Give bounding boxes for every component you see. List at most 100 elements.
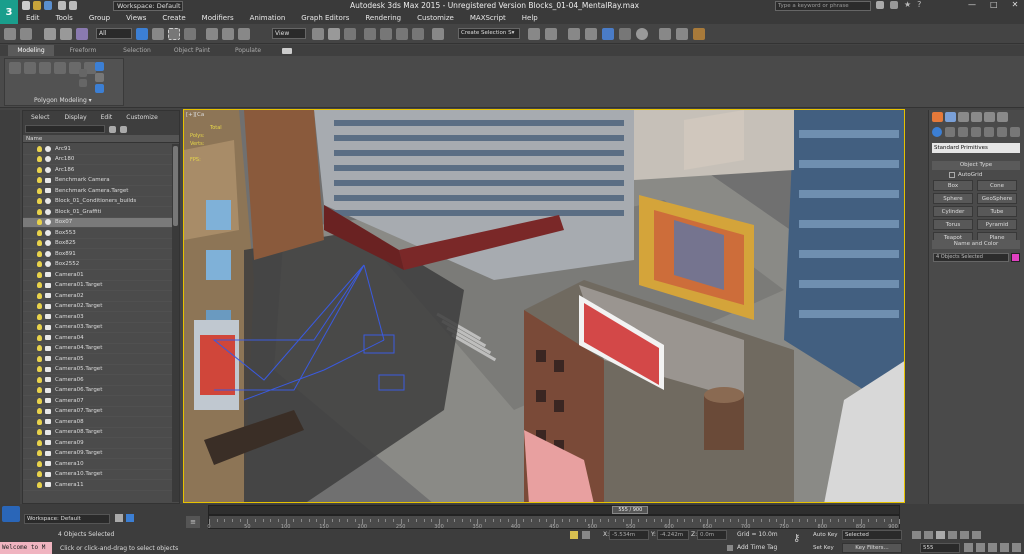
maximize-viewport-icon[interactable] bbox=[1012, 543, 1021, 552]
curve-editor-icon[interactable] bbox=[602, 28, 614, 40]
visibility-bulb-icon[interactable] bbox=[37, 387, 42, 394]
scene-tree-row[interactable]: Block_01_Conditioners_builds bbox=[23, 197, 173, 207]
link-icon[interactable] bbox=[44, 28, 56, 40]
menu-edit[interactable]: Edit bbox=[18, 14, 48, 22]
key-icon[interactable]: ⚷ bbox=[793, 533, 807, 545]
visibility-bulb-icon[interactable] bbox=[37, 250, 42, 257]
visibility-bulb-icon[interactable] bbox=[37, 366, 42, 373]
tab-selection[interactable]: Selection bbox=[112, 47, 162, 54]
app-logo-icon[interactable]: 3 bbox=[0, 0, 18, 24]
current-frame-field[interactable]: 555 bbox=[920, 543, 960, 553]
lock-selection-icon[interactable] bbox=[570, 531, 578, 539]
scene-tree-row[interactable]: Camera01 bbox=[23, 270, 173, 281]
systems-icon[interactable] bbox=[1010, 127, 1020, 137]
visibility-bulb-icon[interactable] bbox=[37, 408, 42, 415]
menu-modifiers[interactable]: Modifiers bbox=[194, 14, 242, 22]
x-coord-field[interactable]: -5.534m bbox=[609, 530, 649, 540]
pan-icon[interactable] bbox=[1000, 543, 1009, 552]
maxscript-mini-icon[interactable] bbox=[2, 506, 20, 522]
tab-freeform[interactable]: Freeform bbox=[54, 47, 112, 54]
visibility-bulb-icon[interactable] bbox=[37, 397, 42, 404]
explorer-menu-select[interactable]: Select bbox=[23, 114, 58, 121]
menu-rendering[interactable]: Rendering bbox=[357, 14, 409, 22]
scene-tree-row[interactable]: Block_01_Graffiti bbox=[23, 207, 173, 218]
scene-tree-row[interactable]: Camera07 bbox=[23, 396, 173, 407]
redo-icon[interactable] bbox=[69, 1, 77, 10]
utilities-panel-icon[interactable] bbox=[997, 112, 1008, 122]
visibility-bulb-icon[interactable] bbox=[37, 313, 42, 320]
tab-object-paint[interactable]: Object Paint bbox=[162, 47, 222, 54]
explorer-menu-display[interactable]: Display bbox=[58, 114, 94, 121]
scene-tree-row[interactable]: Camera04 bbox=[23, 333, 173, 344]
preview-off-icon[interactable] bbox=[79, 69, 87, 77]
prev-frame-icon[interactable] bbox=[924, 531, 933, 539]
workspace-selector[interactable]: Workspace: Default bbox=[24, 514, 110, 524]
scene-tree-row[interactable]: Camera02.Target bbox=[23, 302, 173, 312]
stack-up-icon[interactable] bbox=[95, 62, 104, 71]
key-filters-button[interactable]: Key Filters... bbox=[842, 543, 902, 553]
tab-populate[interactable]: Populate bbox=[222, 47, 274, 54]
primitive-category-dropdown[interactable]: Standard Primitives bbox=[932, 143, 1020, 153]
geometry-icon[interactable] bbox=[932, 127, 942, 137]
scene-tree-row[interactable]: Box825 bbox=[23, 239, 173, 249]
next-frame-icon[interactable] bbox=[948, 531, 957, 539]
scene-tree-row[interactable]: Camera08.Target bbox=[23, 428, 173, 438]
visibility-bulb-icon[interactable] bbox=[37, 376, 42, 383]
visibility-bulb-icon[interactable] bbox=[37, 355, 42, 362]
maxscript-listener[interactable]: Welcome to M bbox=[0, 542, 52, 554]
visibility-bulb-icon[interactable] bbox=[37, 219, 42, 226]
pivot-center-icon[interactable] bbox=[312, 28, 324, 40]
undo-icon[interactable] bbox=[4, 28, 16, 40]
scene-tree-row[interactable]: Camera09 bbox=[23, 438, 173, 449]
space-warps-icon[interactable] bbox=[997, 127, 1007, 137]
viewport-label[interactable]: [+][Ca bbox=[186, 112, 204, 118]
angle-snap-icon[interactable] bbox=[380, 28, 392, 40]
visibility-bulb-icon[interactable] bbox=[37, 418, 42, 425]
explorer-scrollbar[interactable] bbox=[172, 144, 179, 502]
subscription-icon[interactable] bbox=[890, 1, 898, 9]
visibility-bulb-icon[interactable] bbox=[37, 324, 42, 331]
save-file-icon[interactable] bbox=[44, 1, 52, 10]
visibility-bulb-icon[interactable] bbox=[37, 166, 42, 173]
visibility-bulb-icon[interactable] bbox=[37, 292, 42, 299]
time-slider[interactable]: 555 / 900 bbox=[208, 505, 900, 515]
track-bar[interactable]: 0 50 100 150 200 250 300 350 400 450 500 550 600 650 7… bbox=[207, 515, 900, 530]
select-move-icon[interactable] bbox=[206, 28, 218, 40]
selection-filter-dropdown[interactable]: All bbox=[96, 28, 132, 39]
visibility-bulb-icon[interactable] bbox=[37, 261, 42, 268]
undo-icon[interactable] bbox=[58, 1, 66, 10]
cylinder-button[interactable]: Cylinder bbox=[933, 206, 973, 217]
scene-tree-row[interactable]: Camera10 bbox=[23, 459, 173, 470]
visibility-bulb-icon[interactable] bbox=[37, 460, 42, 467]
visibility-bulb-icon[interactable] bbox=[37, 439, 42, 446]
menu-customize[interactable]: Customize bbox=[409, 14, 462, 22]
geosphere-button[interactable]: GeoSphere bbox=[977, 193, 1017, 204]
redo-icon[interactable] bbox=[20, 28, 32, 40]
scene-tree-row[interactable]: Box07 bbox=[23, 217, 173, 228]
scene-tree-row[interactable]: Camera06.Target bbox=[23, 386, 173, 396]
window-crossing-icon[interactable] bbox=[184, 28, 196, 40]
new-file-icon[interactable] bbox=[22, 1, 30, 10]
workspace-dropdown[interactable]: Workspace: Default bbox=[113, 1, 183, 11]
scene-tree-row[interactable]: Camera09.Target bbox=[23, 449, 173, 459]
minimize-icon[interactable]: — bbox=[968, 0, 976, 9]
close-icon[interactable]: ✕ bbox=[1012, 0, 1019, 9]
render-production-icon[interactable] bbox=[693, 28, 705, 40]
menu-help[interactable]: Help bbox=[514, 14, 546, 22]
name-color-rollout[interactable]: Name and Color bbox=[932, 240, 1020, 249]
rendered-frame-window-icon[interactable] bbox=[676, 28, 688, 40]
shapes-icon[interactable] bbox=[945, 127, 955, 137]
z-coord-field[interactable]: 0.0m bbox=[697, 530, 727, 540]
scene-tree-row[interactable]: Camera03.Target bbox=[23, 323, 173, 333]
scene-tree-row[interactable]: Benchmark Camera.Target bbox=[23, 186, 173, 197]
scene-tree-row[interactable]: Camera01.Target bbox=[23, 281, 173, 291]
align-icon[interactable] bbox=[545, 28, 557, 40]
visibility-bulb-icon[interactable] bbox=[37, 345, 42, 352]
mirror-icon[interactable] bbox=[528, 28, 540, 40]
unlink-icon[interactable] bbox=[60, 28, 72, 40]
visibility-bulb-icon[interactable] bbox=[37, 240, 42, 247]
helpers-icon[interactable] bbox=[984, 127, 994, 137]
binoculars-icon[interactable] bbox=[876, 1, 884, 9]
select-manipulate-icon[interactable] bbox=[328, 28, 340, 40]
scene-tree-row[interactable]: Camera08 bbox=[23, 417, 173, 428]
